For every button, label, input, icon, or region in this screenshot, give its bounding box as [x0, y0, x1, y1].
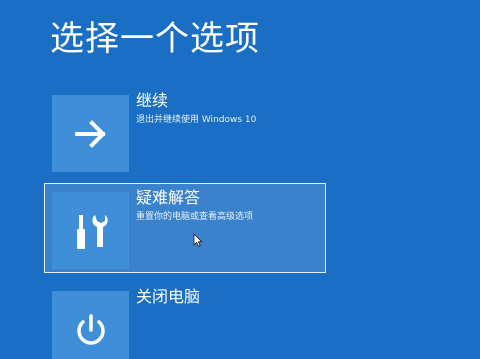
troubleshoot-description: 重置你的电脑或查看高级选项	[136, 212, 254, 222]
continue-tile[interactable]	[52, 95, 129, 172]
continue-description: 退出并继续使用 Windows 10	[136, 115, 257, 125]
mouse-cursor-icon	[193, 233, 203, 247]
turn-off-tile[interactable]	[52, 291, 129, 359]
turn-off-option[interactable]: 关闭电脑	[44, 282, 326, 359]
page-title: 选择一个选项	[50, 19, 260, 59]
troubleshoot-tile[interactable]	[52, 192, 129, 269]
power-icon	[76, 313, 105, 345]
arrow-right-icon	[74, 119, 106, 148]
troubleshoot-label: 疑难解答	[136, 188, 201, 207]
continue-label: 继续	[136, 91, 169, 110]
turn-off-label: 关闭电脑	[136, 287, 201, 306]
tools-icon	[76, 214, 108, 249]
continue-option[interactable]: 继续 退出并继续使用 Windows 10	[44, 86, 326, 176]
troubleshoot-option[interactable]: 疑难解答 重置你的电脑或查看高级选项	[44, 183, 326, 273]
recovery-screen: 选择一个选项 继续 退出并继续使用 Windows 10 疑难解答 重置你的电脑…	[0, 0, 480, 359]
